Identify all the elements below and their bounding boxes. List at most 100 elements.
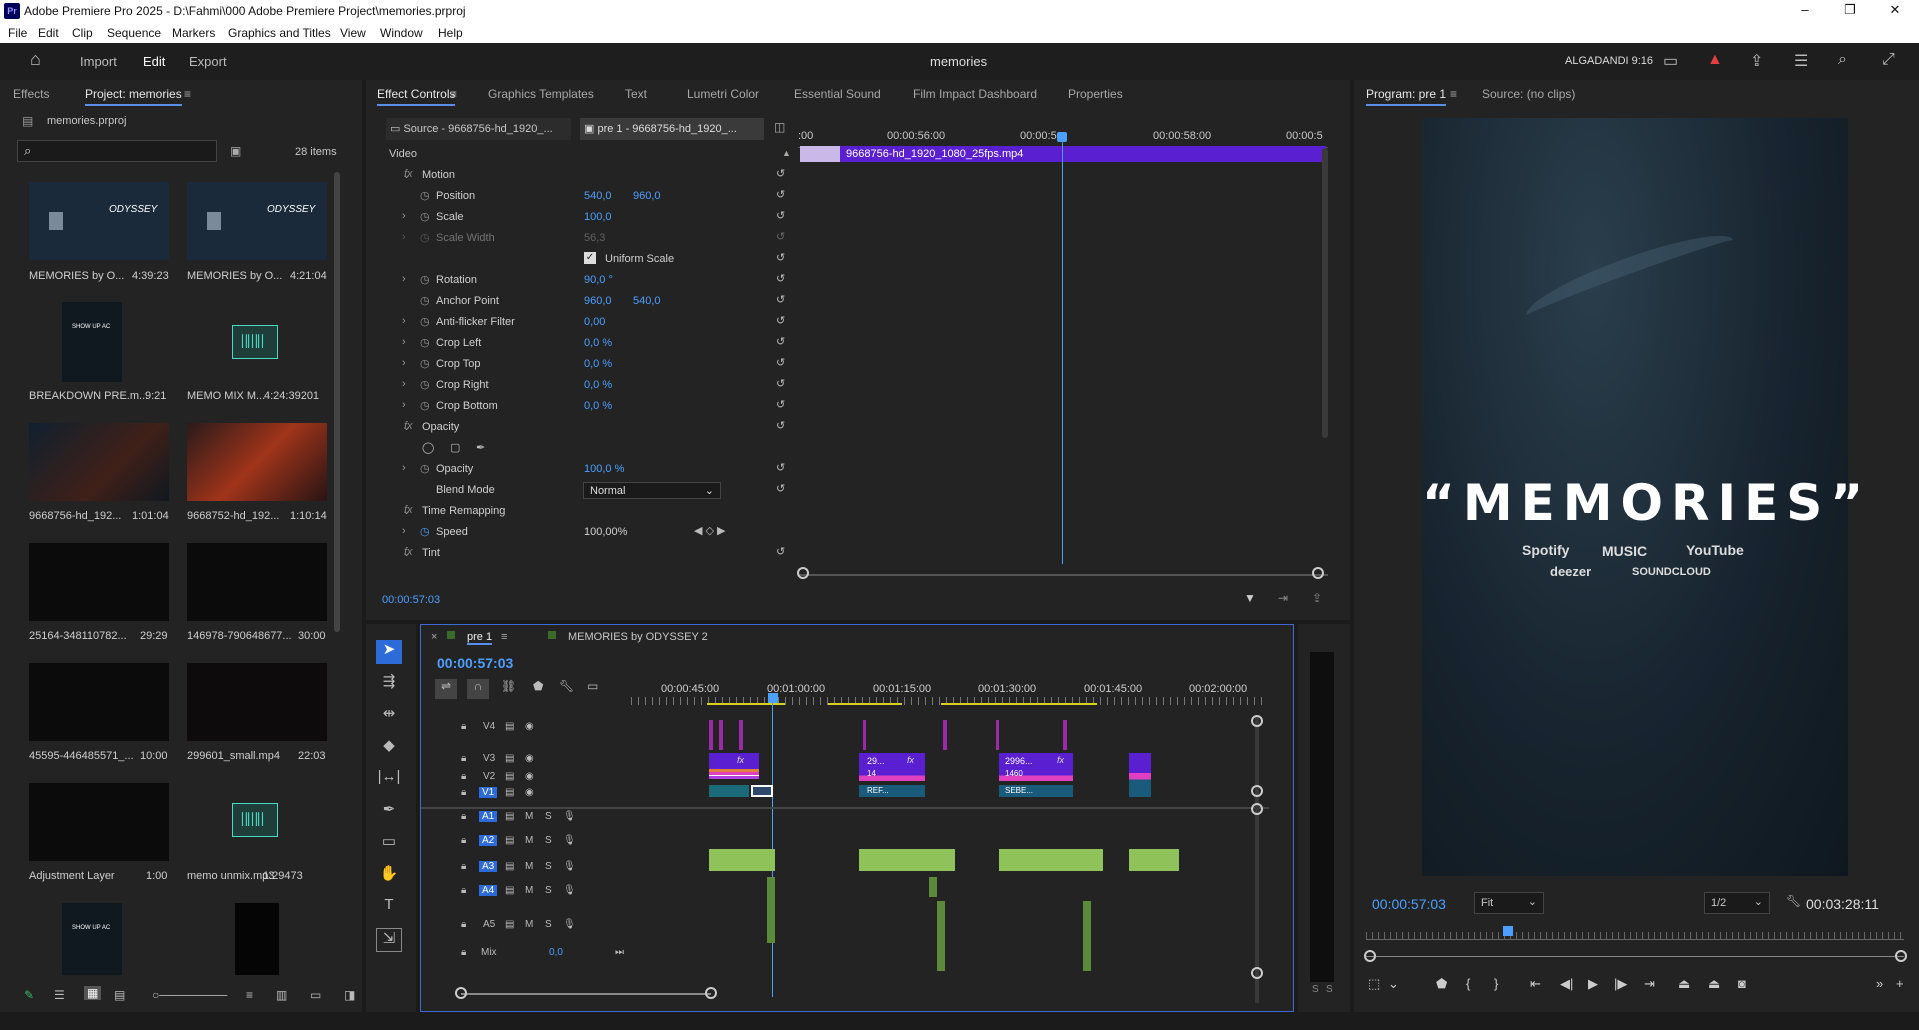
zoom-bar[interactable] — [1366, 956, 1904, 957]
reset-icon[interactable]: ↺ — [776, 482, 785, 495]
effect-row[interactable]: › ◷ Crop Bottom 0,0 % ↺ — [380, 397, 800, 417]
import-tab[interactable]: Import — [80, 54, 117, 69]
lock-icon[interactable]: 🔒︎ — [461, 919, 466, 930]
clip-v4[interactable] — [1063, 720, 1067, 750]
slip-icon[interactable]: |↔| — [376, 768, 402, 792]
audio-clip-a2[interactable] — [999, 849, 1103, 871]
maximize-button[interactable]: ❐ — [1835, 2, 1865, 18]
search-icon[interactable]: ⌕ — [1838, 51, 1847, 69]
audio-clip-small[interactable] — [937, 901, 945, 971]
sort-icon[interactable]: ≡ — [246, 988, 253, 1002]
ec-zoom-bar[interactable] — [798, 574, 1328, 576]
menu-sequence[interactable]: Sequence — [107, 26, 161, 40]
clip-v2[interactable]: 14 — [859, 769, 925, 781]
lock-icon[interactable]: 🔒︎ — [461, 885, 466, 896]
stopwatch-icon[interactable]: ◷ — [420, 315, 430, 328]
menu-view[interactable]: View — [340, 26, 366, 40]
timeline-timecode[interactable]: 00:00:57:03 — [437, 655, 513, 671]
expand-icon[interactable]: › — [402, 378, 406, 390]
thumb-5[interactable] — [29, 423, 169, 501]
stopwatch-icon[interactable]: ◷ — [420, 462, 430, 475]
tab-effect-controls[interactable]: Effect Controls — [377, 87, 456, 106]
minimize-button[interactable]: – — [1790, 2, 1820, 17]
rect-mask-icon[interactable]: ▢ — [450, 441, 460, 454]
add-button-icon[interactable]: + — [1896, 976, 1904, 991]
mark-in-icon[interactable]: { — [1466, 976, 1470, 991]
expand-icon[interactable]: › — [402, 273, 406, 285]
thumb-9[interactable] — [29, 663, 169, 741]
expand-icon[interactable]: › — [402, 462, 406, 474]
expand-icon[interactable]: › — [402, 399, 406, 411]
reset-icon[interactable]: ↺ — [776, 461, 785, 474]
menu-markers[interactable]: Markers — [172, 26, 215, 40]
audio-waveform-icon[interactable]: ∣∥∣∥∣ — [232, 325, 278, 359]
track-a4[interactable]: 🔒︎ A4 ▤ M S 🎙︎ — [461, 885, 621, 903]
eye-icon[interactable]: ◉ — [525, 721, 534, 732]
sync-icon[interactable]: ▤ — [505, 753, 514, 764]
panel-menu-icon[interactable]: ≡ — [184, 87, 191, 101]
lock-icon[interactable]: 🔒︎ — [461, 811, 466, 822]
ec-timecode[interactable]: 00:00:57:03 — [382, 594, 440, 606]
scroll-handle[interactable] — [1251, 715, 1263, 727]
close-button[interactable]: ✕ — [1880, 2, 1910, 18]
clip-v4[interactable] — [709, 720, 713, 750]
mark-out-icon[interactable]: } — [1494, 976, 1498, 991]
zoom-handle-left[interactable] — [1364, 950, 1376, 962]
pencil-icon[interactable]: ✎ — [24, 988, 34, 1002]
settings-wrench-icon[interactable]: 🔧︎ — [559, 679, 574, 693]
expand-icon[interactable]: › — [402, 210, 406, 222]
eye-icon[interactable]: ◉ — [525, 753, 534, 764]
wrench-icon[interactable]: 🔧︎ — [1786, 894, 1801, 908]
blend-mode-select[interactable]: Normal ⌄ — [583, 482, 721, 499]
step-back-icon[interactable]: ◀︎| — [1560, 976, 1573, 992]
thumb-3[interactable]: SHOW UP AC — [62, 302, 122, 382]
uniform-scale-checkbox[interactable]: ✓ — [584, 252, 596, 264]
microphone-icon[interactable]: 🎙︎ — [563, 885, 576, 896]
generative-extend-icon[interactable]: ⇲ — [376, 928, 402, 952]
automate-icon[interactable]: ▥ — [276, 988, 287, 1002]
safe-margins-icon[interactable]: ⬚ — [1368, 976, 1380, 992]
time-ruler[interactable] — [1366, 932, 1904, 940]
playhead[interactable] — [1062, 134, 1063, 564]
list-view-icon[interactable]: ☰ — [54, 988, 65, 1002]
track-a3[interactable]: 🔒︎ A3 ▤ M S 🎙︎ — [461, 861, 621, 879]
ec-clip-bar[interactable]: 9668756-hd_1920_1080_25fps.mp4 — [800, 146, 1326, 162]
menu-icon[interactable]: ☰ — [1794, 51, 1808, 71]
reset-icon[interactable]: ↺ — [776, 209, 785, 222]
toggle-timeline-icon[interactable]: ◫ — [774, 120, 785, 134]
warning-icon[interactable]: ▲ — [1707, 51, 1723, 69]
thumb-11[interactable] — [29, 783, 169, 861]
sync-icon[interactable]: ▤ — [505, 861, 514, 872]
marker-icon[interactable]: ⬟ — [1436, 976, 1447, 992]
tab-graphics-templates[interactable]: Graphics Templates — [488, 87, 594, 101]
track-v1[interactable]: 🔒︎ V1 ▤ ◉ — [461, 787, 621, 805]
audio-clip-a2[interactable] — [709, 849, 775, 871]
collapse-icon[interactable]: ▲ — [782, 148, 791, 158]
freeform-view-icon[interactable]: ▤ — [114, 988, 125, 1002]
tab-sequence-memories[interactable]: MEMORIES by ODYSSEY 2 — [568, 631, 708, 643]
clip-v4[interactable] — [739, 720, 743, 750]
microphone-icon[interactable]: 🎙︎ — [563, 919, 576, 930]
clip-v1[interactable] — [709, 785, 749, 797]
track-select-icon[interactable]: ⇶ — [376, 672, 402, 696]
scroll-handle[interactable] — [1251, 967, 1263, 979]
go-to-out-icon[interactable]: ⇥ — [1644, 976, 1655, 992]
clip-v4[interactable] — [863, 720, 866, 750]
tab-program[interactable]: Program: pre 1 — [1366, 87, 1447, 106]
tab-effects[interactable]: Effects — [13, 87, 49, 101]
step-forward-icon[interactable]: |▶︎ — [1614, 976, 1627, 992]
thumb-14[interactable] — [235, 903, 279, 975]
clip-v1[interactable]: SEBE... — [999, 785, 1073, 797]
rectangle-icon[interactable]: ▭ — [376, 832, 402, 856]
thumb-1[interactable]: ODYSSEY — [29, 182, 169, 260]
new-item-icon[interactable]: ◨ — [344, 988, 355, 1002]
effect-row[interactable]: › ◷ Crop Top 0,0 % ↺ — [380, 355, 800, 375]
track-a1[interactable]: 🔒︎ A1 ▤ M S 🎙︎ — [461, 811, 621, 829]
audio-clip-small[interactable] — [929, 877, 937, 897]
tab-sequence-pre1[interactable]: pre 1 — [467, 631, 493, 645]
scrollbar[interactable] — [334, 172, 340, 632]
track-v4[interactable]: 🔒︎ V4 ▤ ◉ — [461, 721, 621, 739]
reset-icon[interactable]: ↺ — [776, 167, 785, 180]
sync-icon[interactable]: ▤ — [505, 835, 514, 846]
snap-icon[interactable]: ∩ — [467, 679, 489, 699]
